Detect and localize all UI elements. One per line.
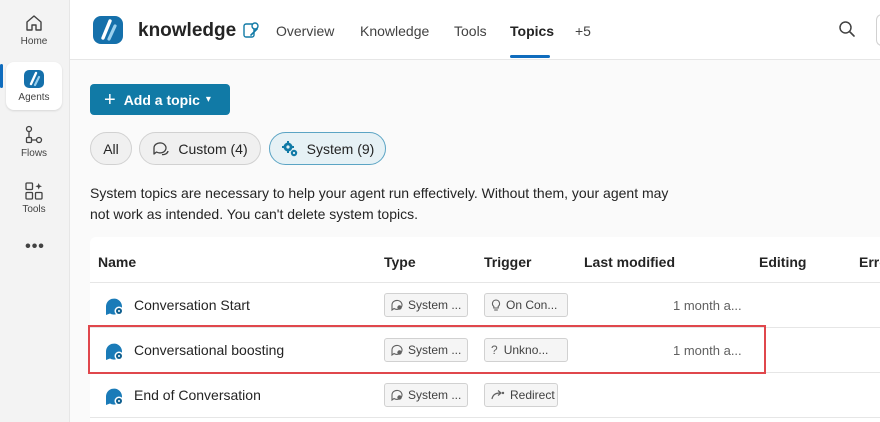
flows-icon: [25, 125, 43, 144]
trigger-pill: On Con...: [484, 293, 568, 317]
search-icon[interactable]: [838, 20, 856, 38]
redirect-icon: [491, 390, 505, 400]
table-row[interactable]: End of Conversation System ... Redirect: [90, 373, 880, 418]
add-topic-button[interactable]: + Add a topic ▾: [90, 84, 230, 115]
tab-tools[interactable]: Tools: [454, 23, 487, 39]
lightbulb-icon: [491, 299, 501, 311]
agent-settings-icon[interactable]: [242, 21, 260, 39]
system-type-icon: [391, 299, 403, 311]
chevron-down-icon: ▾: [205, 94, 211, 105]
topic-name[interactable]: End of Conversation: [134, 387, 261, 403]
system-topics-description: System topics are necessary to help your…: [90, 185, 669, 222]
tab-topics-underline: [510, 55, 550, 58]
topic-name[interactable]: Conversation Start: [134, 297, 250, 313]
system-gears-icon: [281, 140, 297, 156]
filter-system-label: System (9): [306, 140, 375, 157]
trigger-label: Redirect: [510, 388, 555, 402]
rail-item-home[interactable]: Home: [6, 6, 62, 54]
column-header-errors[interactable]: Erro: [859, 254, 880, 270]
rail-item-agents[interactable]: Agents: [6, 62, 62, 110]
column-header-type[interactable]: Type: [384, 254, 416, 270]
filter-custom-label: Custom (4): [178, 140, 248, 157]
filter-custom[interactable]: Custom (4): [139, 132, 261, 165]
tab-knowledge[interactable]: Knowledge: [360, 23, 429, 39]
row-highlight-frame: [88, 325, 766, 374]
trigger-label: On Con...: [506, 298, 558, 312]
agent-name: knowledge: [138, 20, 237, 41]
type-pill: System ...: [384, 293, 468, 317]
tab-overview[interactable]: Overview: [276, 23, 334, 39]
column-header-last-modified[interactable]: Last modified: [584, 254, 675, 270]
type-label: System ...: [408, 298, 462, 312]
chat-bubbles-icon: [153, 141, 170, 155]
rail-label-home: Home: [20, 36, 48, 47]
filter-all-label: All: [103, 140, 119, 157]
left-rail: Home Agents Flows Tools •••: [0, 0, 70, 422]
type-label: System ...: [408, 388, 462, 402]
rail-label-agents: Agents: [18, 92, 50, 103]
tab-topics[interactable]: Topics: [510, 23, 554, 39]
system-topic-icon: [105, 388, 124, 406]
rail-label-tools: Tools: [22, 204, 46, 215]
system-topic-icon: [105, 298, 124, 316]
rail-active-indicator: [0, 64, 3, 88]
column-header-editing[interactable]: Editing: [759, 254, 806, 270]
add-topic-label: Add a topic: [123, 91, 200, 108]
last-modified: 1 month a...: [673, 298, 742, 313]
column-header-name[interactable]: Name: [98, 254, 136, 270]
rail-more-button[interactable]: •••: [0, 238, 70, 256]
column-header-trigger[interactable]: Trigger: [484, 254, 531, 270]
filter-system[interactable]: System (9): [269, 132, 386, 165]
system-type-icon: [391, 389, 403, 401]
type-pill: System ...: [384, 383, 468, 407]
tools-icon: [25, 182, 43, 200]
agents-icon: [24, 70, 44, 88]
table-row[interactable]: Conversation Start System ... On Con... …: [90, 283, 880, 328]
agent-logo-icon: [93, 16, 123, 44]
top-action-box[interactable]: [876, 14, 880, 46]
plus-icon: +: [104, 88, 116, 111]
filter-all[interactable]: All: [90, 132, 132, 165]
rail-label-flows: Flows: [20, 148, 48, 159]
tab-more[interactable]: +5: [575, 23, 591, 39]
rail-item-tools[interactable]: Tools: [6, 174, 62, 222]
trigger-pill: Redirect: [484, 383, 558, 407]
top-bar: knowledge Overview Knowledge Tools Topic…: [70, 0, 880, 60]
rail-item-flows[interactable]: Flows: [6, 118, 62, 166]
home-icon: [26, 15, 42, 31]
